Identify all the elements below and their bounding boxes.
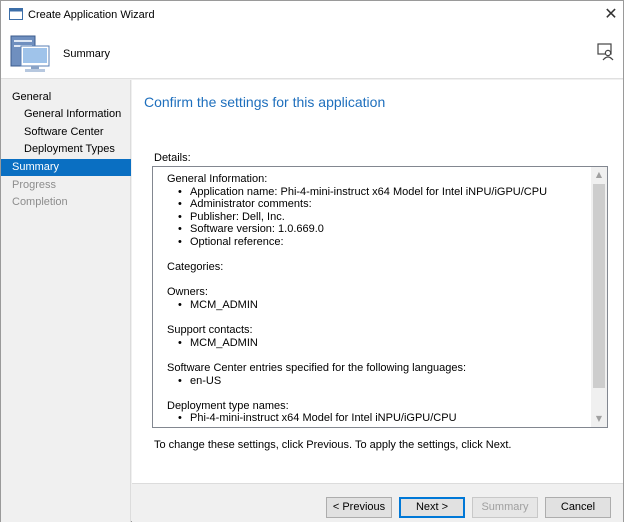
nav-item-deployment-types[interactable]: Deployment Types	[1, 141, 131, 158]
details-section-header: Software Center entries specified for th…	[167, 361, 467, 374]
details-spacer	[167, 387, 592, 400]
nav-item-summary[interactable]: Summary	[1, 159, 131, 176]
details-spacer	[167, 274, 592, 287]
nav-item-completion: Completion	[12, 196, 68, 208]
details-bullet-line: MCM_ADMIN	[167, 337, 592, 350]
window-title: Create Application Wizard	[28, 9, 155, 21]
content-heading: Confirm the settings for this applicatio…	[144, 94, 386, 110]
details-bullet-line: Software version: 1.0.669.0	[167, 223, 592, 236]
details-spacer	[167, 312, 592, 325]
next-button[interactable]: Next >	[399, 497, 465, 518]
vertical-scrollbar[interactable]: ▲ ▼	[591, 167, 607, 427]
nav-item-general-information[interactable]: General Information	[1, 106, 131, 123]
details-spacer	[167, 349, 592, 362]
nav-item-software-center[interactable]: Software Center	[1, 124, 131, 141]
nav-item-progress: Progress	[12, 179, 57, 191]
details-section-header: Categories:	[167, 261, 224, 274]
details-spacer	[167, 249, 592, 262]
title-bar: Create Application Wizard ✕	[1, 1, 623, 29]
page-title: Summary	[63, 48, 111, 60]
wizard-nav: General General Information Software Cen…	[1, 80, 131, 522]
wizard-window: Create Application Wizard ✕ Summary Gene…	[0, 0, 624, 522]
details-label: Details:	[154, 152, 191, 164]
scroll-up-arrow-icon[interactable]: ▲	[591, 167, 607, 183]
details-section-header: General Information:	[167, 173, 268, 185]
scrollbar-thumb[interactable]	[593, 184, 605, 388]
details-bullet-line: Phi-4-mini-instruct x64 Model for Intel …	[167, 412, 592, 425]
details-section-header: Support contacts:	[167, 324, 253, 337]
previous-button[interactable]: < Previous	[326, 497, 392, 518]
details-bullet-line: Administrator comments:	[167, 198, 592, 211]
close-icon[interactable]: ✕	[601, 4, 621, 24]
summary-button: Summary	[472, 497, 538, 518]
details-bullet-line: MCM_ADMIN	[167, 299, 592, 312]
content-panel: Confirm the settings for this applicatio…	[132, 80, 623, 483]
instruction-text: To change these settings, click Previous…	[154, 439, 512, 451]
wizard-header: Summary	[1, 29, 623, 79]
details-section-header: Owners:	[167, 286, 208, 299]
details-bullet-line: Application name: Phi-4-mini-instruct x6…	[167, 186, 592, 199]
details-bullet-line: Publisher: Dell, Inc.	[167, 211, 592, 224]
details-section-header: Deployment type names:	[167, 399, 289, 412]
details-textbox[interactable]: General Information:Application name: Ph…	[152, 166, 608, 428]
details-bullet-line: en-US	[167, 375, 592, 388]
scroll-down-arrow-icon[interactable]: ▼	[591, 411, 607, 427]
button-bar: < Previous Next > Summary Cancel	[132, 483, 623, 522]
app-window-icon	[9, 8, 23, 20]
cancel-button[interactable]: Cancel	[545, 497, 611, 518]
help-person-icon[interactable]	[597, 43, 615, 61]
details-text: General Information:Application name: Ph…	[167, 173, 592, 425]
nav-item-general[interactable]: General	[1, 89, 131, 106]
computer-wizard-icon	[7, 32, 51, 76]
details-bullet-line: Optional reference:	[167, 236, 592, 249]
